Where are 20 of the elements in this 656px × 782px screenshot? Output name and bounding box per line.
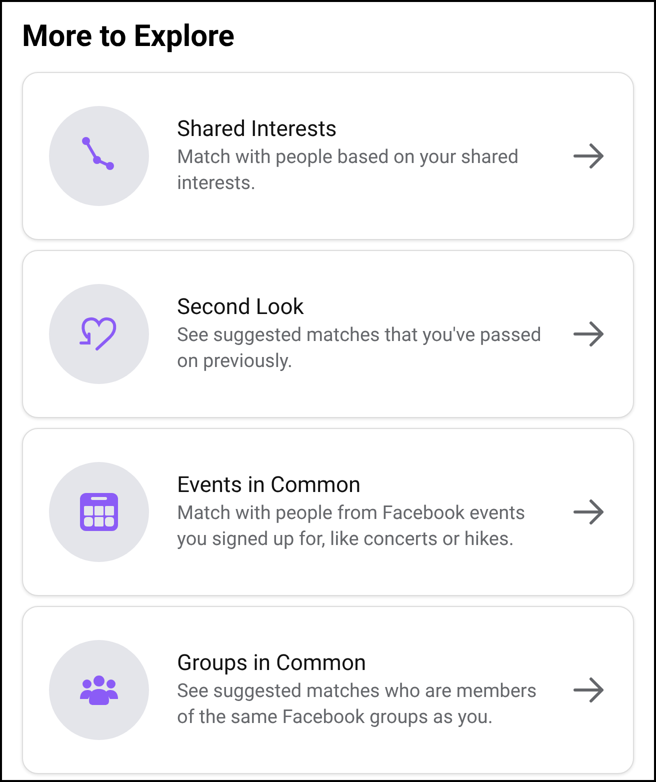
card-description: See suggested matches who are members of the same Facebook groups as you. — [177, 678, 538, 730]
calendar-icon — [79, 492, 119, 532]
card-title: Second Look — [177, 294, 305, 322]
card-title: Events in Common — [177, 472, 362, 500]
arrow-right-icon — [573, 321, 605, 347]
card-description: Match with people from Facebook events you signed up for, like concerts or hikes. — [177, 500, 526, 552]
arrow-right-icon — [573, 143, 605, 169]
explore-card[interactable]: Shared Interests Match with people based on your shared interests. — [22, 72, 634, 240]
card-description: Match with people based on your shared interests. — [177, 144, 520, 196]
section-title: More to Explore — [22, 18, 236, 56]
card-title: Shared Interests — [177, 116, 338, 144]
card-title: Groups in Common — [177, 650, 368, 678]
explore-card[interactable]: Second Look See suggested matches that you've passed on previously. — [22, 250, 634, 418]
people-icon — [78, 675, 120, 705]
explore-card[interactable]: Groups in Common See suggested matches who are members of the same Facebook groups as you. — [22, 606, 634, 774]
arrow-right-icon — [573, 499, 605, 525]
card-description: See suggested matches that you've passed on previously. — [177, 322, 542, 374]
explore-card[interactable]: Events in Common Match with people from Facebook events you signed up for, like concerts or hikes. — [22, 428, 634, 596]
arrow-right-icon — [573, 677, 605, 703]
heart-arrow-icon — [79, 316, 119, 352]
